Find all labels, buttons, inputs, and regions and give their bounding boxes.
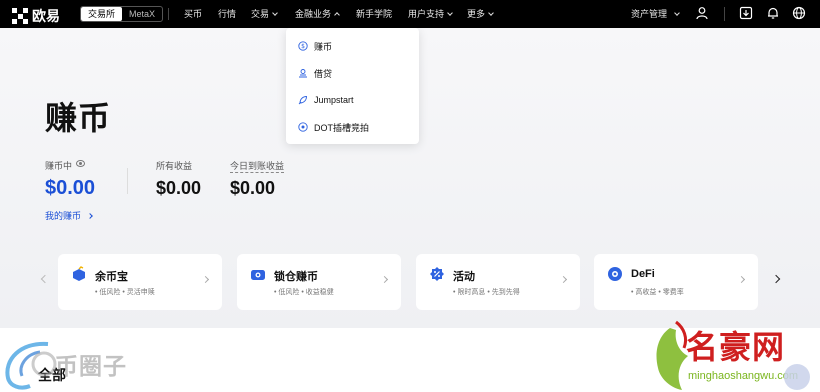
- eye-icon[interactable]: [76, 160, 85, 167]
- nav-support-label: 用户支持: [408, 9, 445, 19]
- card-defi[interactable]: DeFi • 高收益 • 零费率: [594, 254, 758, 310]
- card-tags: • 低风险 • 收益稳健: [274, 289, 334, 296]
- watermark-url-right: minghaoshangwu.com: [688, 370, 799, 382]
- nav-asset-management[interactable]: 资产管理: [631, 0, 680, 28]
- menu-item-label: Jumpstart: [314, 95, 354, 105]
- nav-divider: [168, 8, 169, 20]
- nav-asset-label: 资产管理: [631, 9, 668, 19]
- dot-icon: [298, 122, 308, 132]
- nav-academy[interactable]: 新手学院: [356, 0, 392, 28]
- nav-more-label: 更多: [467, 9, 486, 19]
- nav-markets-label: 行情: [218, 9, 237, 19]
- defi-icon: [608, 267, 622, 281]
- nav-trade-label: 交易: [251, 9, 270, 19]
- my-earn-link[interactable]: 我的赚币: [45, 209, 93, 222]
- tab-exchange[interactable]: 交易所: [81, 7, 123, 21]
- stat-today-earnings-label[interactable]: 今日到账收益: [230, 159, 285, 173]
- nav-academy-label: 新手学院: [356, 9, 393, 19]
- card-fixed-staking[interactable]: 锁仓赚币 • 低风险 • 收益稳健: [237, 254, 401, 310]
- nav-buy-crypto[interactable]: 买币: [184, 0, 202, 28]
- percent-icon: [430, 267, 444, 281]
- card-tags: • 低风险 • 灵活申赎: [95, 289, 155, 296]
- top-nav: 欧易 交易所 MetaX 买币 行情 交易 金融业务 新手学院 用户支持 更多 …: [0, 0, 820, 28]
- svg-text:$: $: [301, 43, 305, 50]
- loan-icon: [299, 69, 307, 78]
- stat-divider: [127, 168, 128, 194]
- watermark-text-left: 币圈子: [55, 353, 127, 379]
- card-title: 余币宝: [95, 271, 128, 283]
- page-title: 赚币: [45, 100, 112, 136]
- stat-total-earnings-value: $0.00: [156, 178, 202, 198]
- globe-icon[interactable]: [792, 6, 806, 20]
- nav-buy-crypto-label: 买币: [184, 9, 203, 19]
- chevron-down-icon: [674, 10, 680, 16]
- stat-earning-label: 赚币中: [45, 161, 73, 171]
- lock-coin-icon: [251, 270, 265, 280]
- chevron-right-icon: [559, 275, 568, 284]
- stat-earning-value: $0.00: [45, 177, 96, 199]
- card-tags: • 限时高息 • 先到先得: [453, 289, 520, 296]
- card-title: 锁仓赚币: [274, 271, 318, 283]
- chat-support-icon[interactable]: [784, 364, 810, 390]
- finance-dropdown-menu: $ 赚币 借贷 Jumpstart DOT插槽竞拍: [286, 28, 419, 144]
- bell-icon[interactable]: [766, 6, 780, 20]
- chevron-right-icon: [380, 275, 389, 284]
- logo-text: 欧易: [32, 8, 60, 24]
- nav-divider: [724, 7, 725, 21]
- menu-item-loan[interactable]: 借贷: [286, 60, 419, 86]
- my-earn-label: 我的赚币: [45, 211, 82, 221]
- chevron-up-icon: [334, 12, 340, 18]
- menu-item-dot-auction[interactable]: DOT插槽竞拍: [286, 114, 419, 140]
- nav-finance[interactable]: 金融业务: [295, 0, 340, 28]
- stat-today-earnings-value: $0.00: [230, 178, 276, 198]
- nav-more[interactable]: 更多: [467, 0, 494, 28]
- nav-trade[interactable]: 交易: [251, 0, 278, 28]
- menu-item-label: DOT插槽竞拍: [314, 122, 369, 133]
- card-tags: • 高收益 • 零费率: [631, 289, 684, 296]
- menu-item-label: 借贷: [314, 68, 333, 79]
- stack-icon: [73, 266, 85, 281]
- coin-icon: $: [298, 41, 308, 51]
- chevron-right-icon: [86, 213, 93, 219]
- okx-logo[interactable]: 欧易: [12, 6, 60, 26]
- user-icon[interactable]: [695, 6, 709, 20]
- chevron-right-icon: [201, 275, 210, 284]
- watermark-title-right: 名豪网: [686, 329, 786, 365]
- chevron-right-icon: [737, 275, 746, 284]
- stat-total-earnings-label: 所有收益: [156, 161, 193, 171]
- card-title: 活动: [453, 271, 475, 283]
- menu-item-earn[interactable]: $ 赚币: [286, 33, 419, 59]
- chevron-down-icon: [447, 10, 453, 16]
- card-title: DeFi: [631, 268, 655, 280]
- rocket-icon: [298, 96, 307, 105]
- card-savings[interactable]: 余币宝 • 低风险 • 灵活申赎: [58, 254, 222, 310]
- chevron-down-icon: [488, 10, 494, 16]
- download-icon[interactable]: [739, 6, 753, 20]
- okx-logo-icon: [12, 8, 28, 24]
- chevron-down-icon: [272, 10, 278, 16]
- card-activities[interactable]: 活动 • 限时高息 • 先到先得: [416, 254, 580, 310]
- nav-support[interactable]: 用户支持: [408, 0, 453, 28]
- tab-metax[interactable]: MetaX: [122, 7, 162, 21]
- nav-markets[interactable]: 行情: [218, 0, 236, 28]
- nav-finance-label: 金融业务: [295, 9, 332, 19]
- menu-item-jumpstart[interactable]: Jumpstart: [286, 87, 419, 113]
- menu-item-label: 赚币: [314, 41, 333, 52]
- exchange-switch[interactable]: 交易所 MetaX: [80, 6, 164, 22]
